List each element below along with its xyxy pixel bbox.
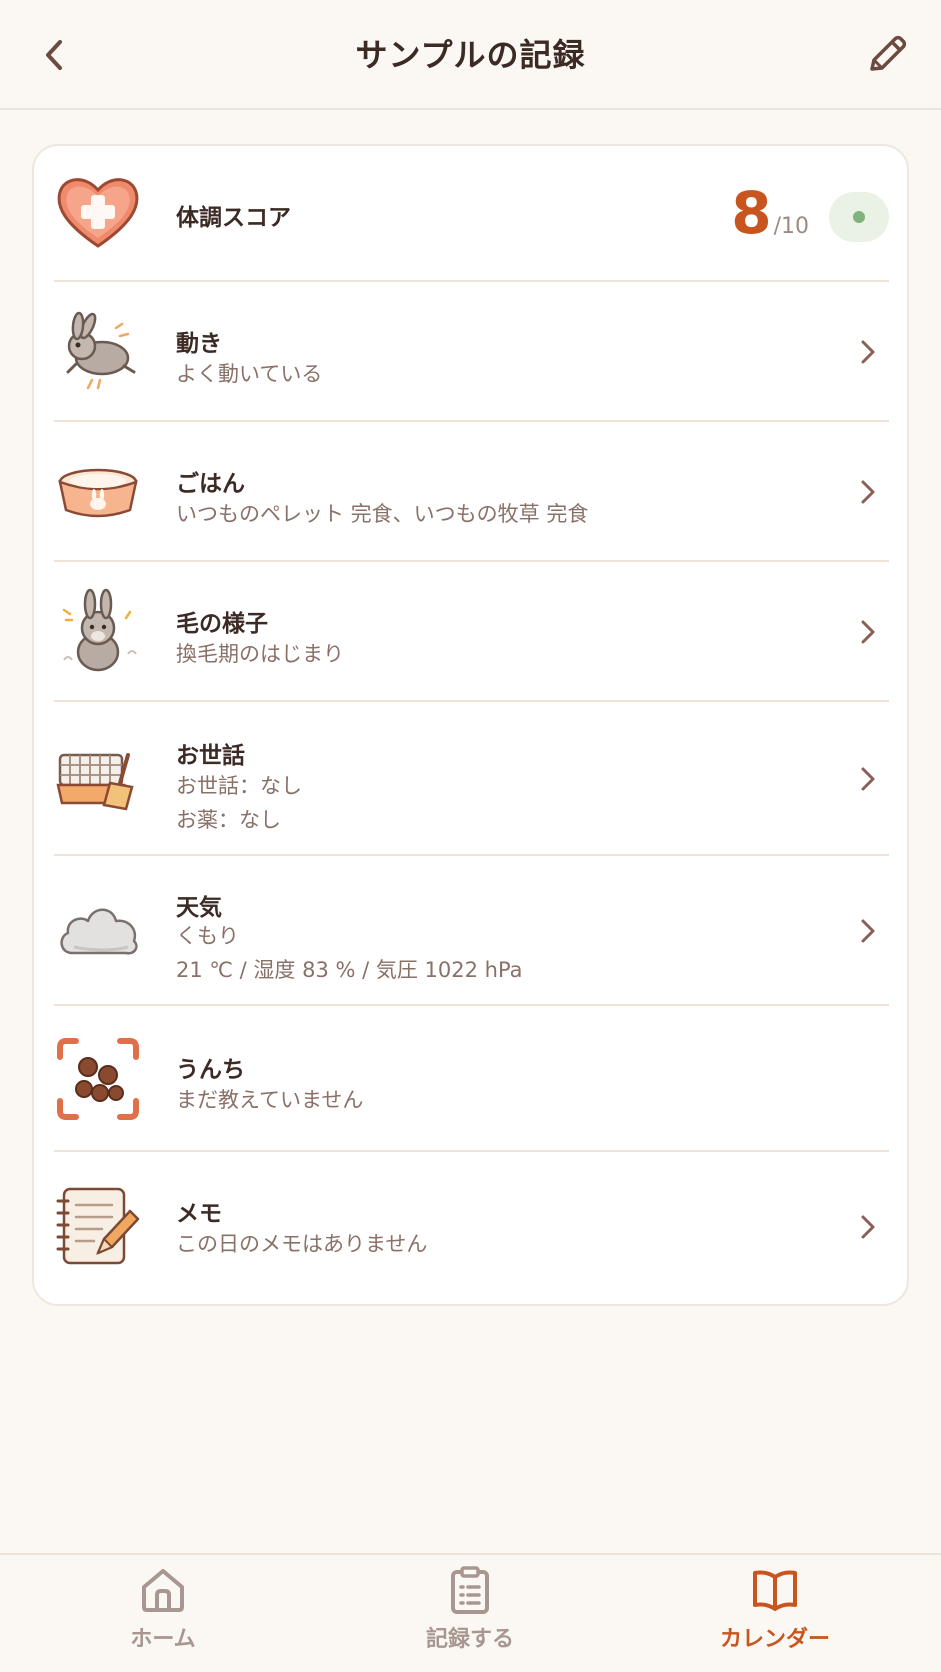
food-bowl-icon (58, 468, 138, 518)
weather-details: 21 ℃ / 湿度 83 % / 気圧 1022 hPa (176, 958, 523, 982)
droppings-label: うんち (176, 1057, 245, 1083)
list-item-care[interactable]: お世話 お世話：なし お薬：なし (54, 702, 889, 856)
care-value-line-1: お世話：なし (176, 774, 302, 798)
chevron-right-icon (861, 767, 875, 791)
score-denominator: /10 (773, 214, 809, 239)
running-rabbit-icon (66, 311, 136, 390)
list-item-movement[interactable]: 動き よく動いている (54, 282, 889, 422)
chevron-right-icon (861, 480, 875, 504)
clipboard-list-icon (451, 1566, 489, 1614)
edit-button[interactable] (861, 28, 913, 80)
chevron-right-icon (861, 1215, 875, 1239)
weather-condition: くもり (176, 924, 239, 948)
score-number: 8 (731, 179, 772, 247)
health-score-label: 体調スコア (176, 205, 291, 231)
health-score-value: 8 /10 (731, 184, 809, 242)
list-item-droppings[interactable]: うんち まだ教えていません (54, 1006, 889, 1152)
tab-home-label: ホーム (130, 1627, 196, 1652)
open-book-icon (753, 1570, 797, 1611)
droppings-scan-icon (57, 1038, 139, 1120)
top-app-bar: サンプルの記録 (0, 0, 941, 110)
movement-label: 動き (176, 331, 222, 357)
fur-label: 毛の様子 (176, 611, 268, 637)
list-item-weather[interactable]: 天気 くもり 21 ℃ / 湿度 83 % / 気圧 1022 hPa (54, 856, 889, 1006)
cage-broom-icon (56, 753, 134, 811)
rabbit-fur-icon (62, 588, 137, 672)
heart-plus-icon (57, 178, 139, 248)
movement-value: よく動いている (176, 362, 323, 386)
chevron-right-icon (861, 620, 875, 644)
status-dot (853, 211, 865, 223)
care-value-line-2: お薬：なし (176, 808, 281, 832)
health-score-row: 体調スコア 8 /10 (54, 146, 889, 282)
tab-calendar[interactable]: カレンダー (675, 1565, 875, 1665)
tab-record-label: 記録する (425, 1627, 514, 1652)
tab-home[interactable]: ホーム (63, 1565, 263, 1665)
page-title: サンプルの記録 (355, 36, 586, 74)
memo-label: メモ (176, 1201, 222, 1227)
tab-record[interactable]: 記録する (370, 1565, 570, 1665)
notepad-pencil-icon (56, 1187, 140, 1265)
cloud-icon (60, 908, 138, 955)
list-item-memo[interactable]: メモ この日のメモはありません (54, 1152, 889, 1302)
list-item-fur[interactable]: 毛の様子 換毛期のはじまり (54, 562, 889, 702)
food-label: ごはん (176, 471, 245, 497)
pencil-icon (870, 35, 907, 71)
tab-calendar-label: カレンダー (719, 1627, 830, 1652)
chevron-right-icon (861, 919, 875, 943)
list-item-food[interactable]: ごはん いつものペレット 完食、いつもの牧草 完食 (54, 422, 889, 562)
chevron-right-icon (861, 340, 875, 364)
droppings-value: まだ教えていません (176, 1088, 364, 1112)
memo-value: この日のメモはありません (176, 1232, 428, 1256)
fur-value: 換毛期のはじまり (176, 642, 344, 666)
bottom-tab-bar: ホーム 記録する カレンダー (0, 1553, 941, 1672)
status-badge (829, 192, 889, 242)
care-label: お世話 (176, 743, 245, 769)
home-icon (142, 1569, 184, 1612)
food-value: いつものペレット 完食、いつもの牧草 完食 (176, 502, 589, 526)
daily-record-card: 体調スコア 8 /10 動き よく動いている ごはん いつものペレット 完食、い… (32, 144, 909, 1306)
weather-label: 天気 (176, 895, 222, 921)
